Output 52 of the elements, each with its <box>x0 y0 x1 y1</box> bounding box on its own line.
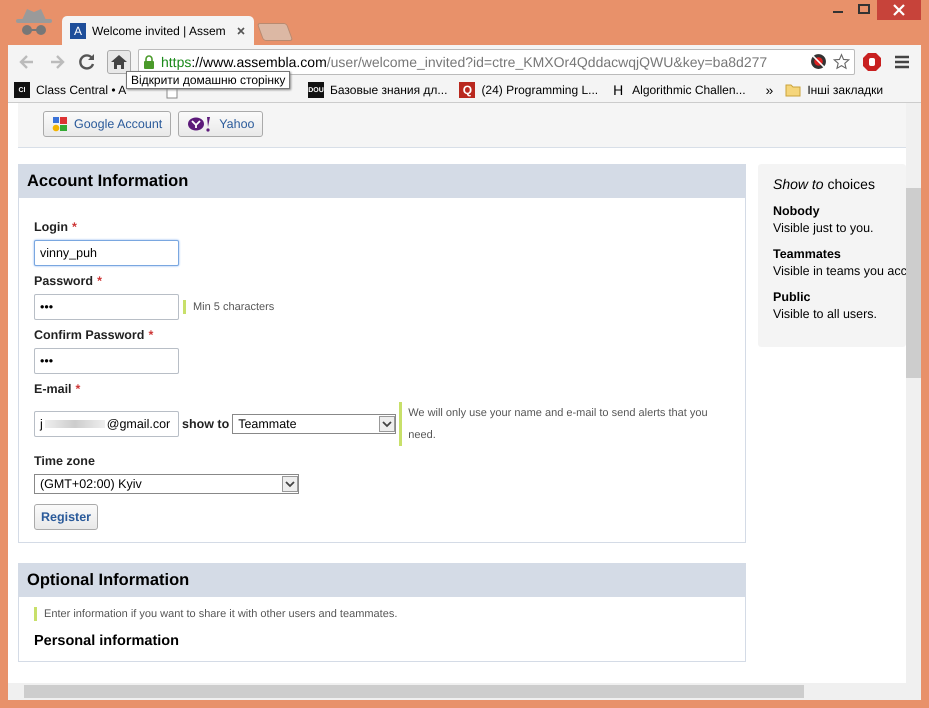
hint-text: Enter information if you want to share it with other users and teammates. <box>34 607 398 621</box>
confirm-password-field[interactable]: ••• <box>34 348 179 374</box>
more-bookmarks-button[interactable]: » <box>766 82 774 98</box>
choice-name: Public <box>773 290 812 304</box>
address-bar[interactable]: https://www.assembla.com/user/welcome_invited?id=ctre_KMXOr4QddacwqjQWU&key=ba8d277 <box>138 48 855 74</box>
folder-icon <box>785 82 802 98</box>
login-button[interactable]: Yahoo <box>178 111 264 137</box>
home-icon[interactable] <box>107 50 131 74</box>
section-title: Optional Information <box>27 571 190 589</box>
browser-tab[interactable]: A Welcome invited | Assem <box>62 16 254 45</box>
password-field[interactable]: ••• <box>34 294 179 320</box>
choice-name: Nobody <box>773 204 821 218</box>
timezone-dropdown[interactable]: (GMT+02:00) Kyiv <box>34 474 299 494</box>
register-button[interactable]: Register <box>34 504 98 530</box>
site-logo: Q <box>459 82 476 98</box>
field-label: Password <box>34 274 94 288</box>
field-label: Login <box>34 220 68 234</box>
field-label: E-mail <box>34 382 72 396</box>
required-mark: * <box>72 220 77 234</box>
google-logo <box>52 116 68 132</box>
choice-name: Teammates <box>773 247 842 261</box>
required-mark: * <box>148 328 154 342</box>
login-button[interactable]: Google Account <box>43 111 172 137</box>
hint-text: Min 5 characters <box>183 300 274 314</box>
field-label: Time zone <box>34 454 95 468</box>
star-icon[interactable] <box>833 53 850 70</box>
bookmark-folder[interactable]: Інші закладки <box>785 82 884 98</box>
horizontal-scrollbar[interactable] <box>8 683 921 700</box>
blocked-icon[interactable] <box>810 53 827 70</box>
field-label: show to <box>182 417 230 431</box>
site-logo: H <box>612 82 624 98</box>
login-field[interactable]: vinny_puh <box>34 240 179 266</box>
subsection-title: Personal information <box>34 633 180 649</box>
favicon-icon: A <box>70 22 86 38</box>
bookmark[interactable]: H Algorithmic Challen... <box>610 82 746 98</box>
required-mark: * <box>76 382 80 396</box>
lock-icon <box>143 54 155 68</box>
field-label: Confirm Password <box>34 328 144 342</box>
reload-icon[interactable] <box>77 52 97 72</box>
vertical-scrollbar[interactable] <box>906 103 921 683</box>
close-icon[interactable] <box>877 0 921 20</box>
required-mark: * <box>97 274 102 288</box>
hint-text: We will only use your name and e-mail to send alerts that you need. <box>399 402 724 446</box>
card-title: Show to choices <box>773 176 876 192</box>
choice-description: Visible to all users. <box>773 307 878 321</box>
stop-sign-icon[interactable] <box>862 52 882 72</box>
section-title: Account Information <box>27 172 188 190</box>
bookmark[interactable]: Q (24) Programming L... <box>459 82 598 98</box>
email-field[interactable]: j @gmail.cor <box>34 411 179 437</box>
choice-description: Visible just to you. <box>773 221 875 235</box>
close-icon[interactable] <box>236 26 246 36</box>
visibility-dropdown[interactable]: Teammate <box>232 414 396 434</box>
